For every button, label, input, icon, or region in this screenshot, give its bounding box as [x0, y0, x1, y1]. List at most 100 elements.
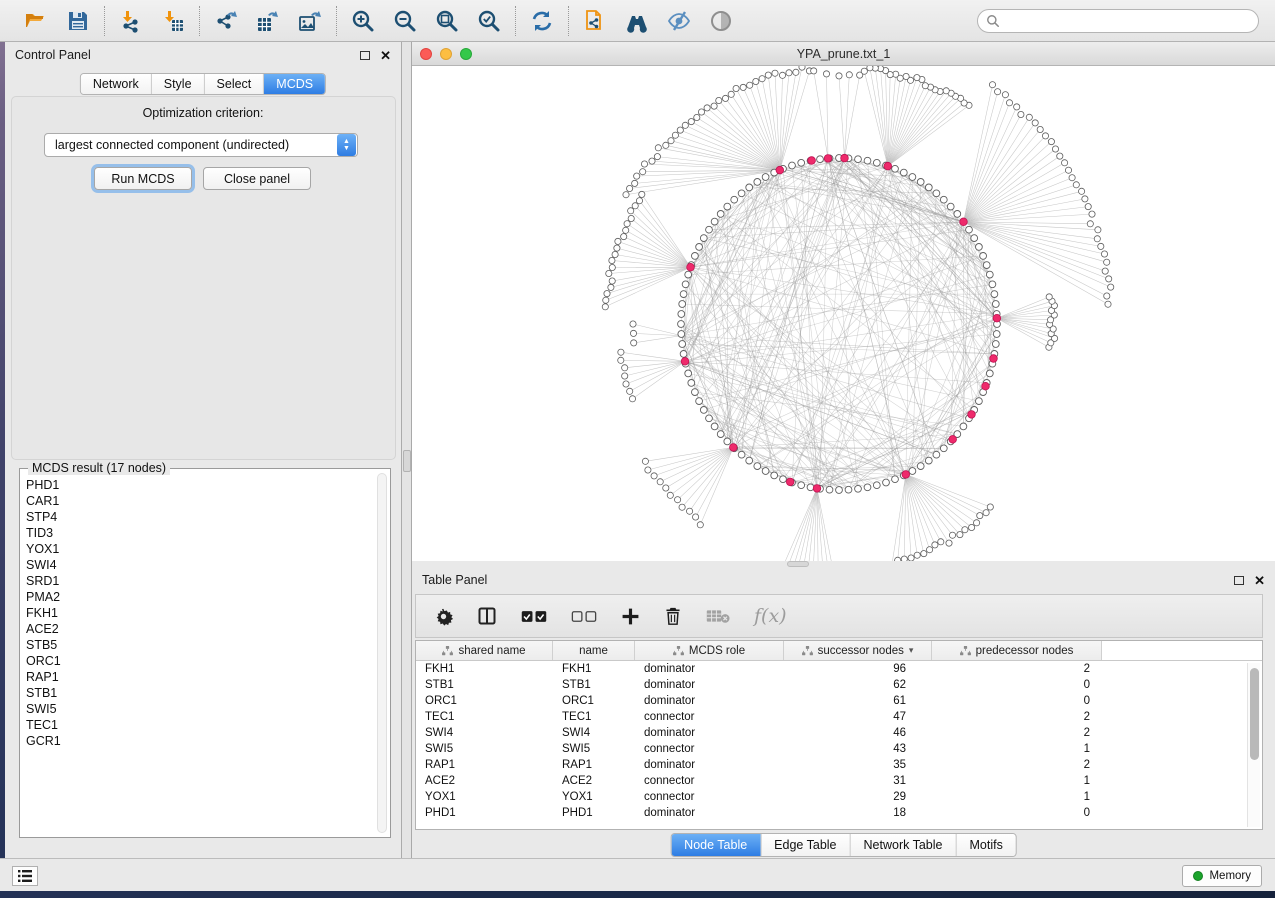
export-network-icon[interactable]	[214, 9, 238, 33]
cell[interactable]: 96	[784, 661, 932, 677]
cell[interactable]: 2	[932, 661, 1102, 677]
mcds-result-item[interactable]: FKH1	[26, 605, 374, 621]
tab-network[interactable]: Network	[81, 74, 151, 94]
tab-edge-table[interactable]: Edge Table	[760, 834, 849, 856]
network-view-canvas[interactable]	[412, 66, 1275, 561]
close-table-panel-icon[interactable]: ✕	[1254, 574, 1265, 587]
cell[interactable]: TEC1	[553, 709, 635, 725]
cell[interactable]: FKH1	[416, 661, 553, 677]
mcds-result-item[interactable]: SWI4	[26, 557, 374, 573]
cell[interactable]: 0	[932, 677, 1102, 693]
window-minimize-button[interactable]	[440, 48, 452, 60]
export-image-icon[interactable]	[298, 9, 322, 33]
cell[interactable]: 1	[932, 741, 1102, 757]
task-history-button[interactable]	[12, 866, 38, 886]
cell[interactable]: PHD1	[416, 805, 553, 821]
table-scrollbar[interactable]	[1247, 663, 1260, 827]
table-row[interactable]: STB1STB1dominator620	[416, 677, 1262, 693]
tab-motifs[interactable]: Motifs	[955, 834, 1015, 856]
cell[interactable]: connector	[635, 789, 784, 805]
cell[interactable]: STB1	[553, 677, 635, 693]
cell[interactable]: SWI5	[553, 741, 635, 757]
cell[interactable]: dominator	[635, 693, 784, 709]
tab-network-table[interactable]: Network Table	[850, 834, 956, 856]
cell[interactable]: SWI4	[416, 725, 553, 741]
zoom-out-icon[interactable]	[393, 9, 417, 33]
cell[interactable]: 29	[784, 789, 932, 805]
save-session-icon[interactable]	[66, 9, 90, 33]
mcds-result-item[interactable]: RAP1	[26, 669, 374, 685]
float-panel-icon[interactable]	[360, 51, 370, 60]
zoom-selected-icon[interactable]	[477, 9, 501, 33]
table-row[interactable]: ACE2ACE2connector311	[416, 773, 1262, 789]
cell[interactable]: 2	[932, 725, 1102, 741]
tab-select[interactable]: Select	[204, 74, 264, 94]
mcds-result-item[interactable]: SWI5	[26, 701, 374, 717]
run-mcds-button[interactable]: Run MCDS	[94, 167, 192, 190]
table-scrollbar-thumb[interactable]	[1250, 668, 1259, 760]
cell[interactable]: 62	[784, 677, 932, 693]
show-columns-icon[interactable]	[477, 606, 497, 626]
table-row[interactable]: FKH1FKH1dominator962	[416, 661, 1262, 677]
open-session-icon[interactable]	[24, 9, 48, 33]
cell[interactable]: dominator	[635, 677, 784, 693]
mcds-result-item[interactable]: YOX1	[26, 541, 374, 557]
refresh-icon[interactable]	[530, 9, 554, 33]
cell[interactable]: RAP1	[553, 757, 635, 773]
mcds-result-item[interactable]: CAR1	[26, 493, 374, 509]
column-header-MCDS-role[interactable]: MCDS role	[635, 641, 784, 660]
select-all-columns-icon[interactable]	[521, 609, 547, 624]
table-settings-icon[interactable]	[434, 607, 453, 626]
table-row[interactable]: PHD1PHD1dominator180	[416, 805, 1262, 821]
close-panel-icon[interactable]: ✕	[380, 49, 391, 62]
close-panel-button[interactable]: Close panel	[203, 167, 311, 190]
mcds-result-item[interactable]: TEC1	[26, 717, 374, 733]
cell[interactable]: 31	[784, 773, 932, 789]
delete-column-icon[interactable]	[664, 606, 682, 626]
cell[interactable]: SWI4	[553, 725, 635, 741]
search-input[interactable]	[977, 9, 1259, 33]
column-header-name[interactable]: name	[553, 641, 635, 660]
mcds-result-scrollbar[interactable]	[377, 473, 387, 833]
criterion-select[interactable]: largest connected component (undirected)…	[44, 133, 358, 157]
cell[interactable]: 35	[784, 757, 932, 773]
cell[interactable]: RAP1	[416, 757, 553, 773]
mcds-result-item[interactable]: ORC1	[26, 653, 374, 669]
export-table-icon[interactable]	[256, 9, 280, 33]
cell[interactable]: connector	[635, 709, 784, 725]
cell[interactable]: 18	[784, 805, 932, 821]
table-row[interactable]: SWI4SWI4dominator462	[416, 725, 1262, 741]
cell[interactable]: 0	[932, 805, 1102, 821]
eye-slash-icon[interactable]	[667, 9, 691, 33]
mcds-result-item[interactable]: STB1	[26, 685, 374, 701]
float-table-panel-icon[interactable]	[1234, 576, 1244, 585]
cell[interactable]: FKH1	[553, 661, 635, 677]
mcds-result-item[interactable]: GCR1	[26, 733, 374, 749]
column-header-predecessor-nodes[interactable]: predecessor nodes	[932, 641, 1102, 660]
column-header-successor-nodes[interactable]: successor nodes▾	[784, 641, 932, 660]
tab-node-table[interactable]: Node Table	[671, 834, 760, 856]
cell[interactable]: ACE2	[553, 773, 635, 789]
table-row[interactable]: SWI5SWI5connector431	[416, 741, 1262, 757]
cell[interactable]: SWI5	[416, 741, 553, 757]
cell[interactable]: ORC1	[553, 693, 635, 709]
cell[interactable]: 47	[784, 709, 932, 725]
network-graph[interactable]	[412, 66, 1275, 561]
import-table-icon[interactable]	[161, 9, 185, 33]
cell[interactable]: 2	[932, 709, 1102, 725]
mcds-result-item[interactable]: PMA2	[26, 589, 374, 605]
zoom-fit-icon[interactable]	[435, 9, 459, 33]
cell[interactable]: ACE2	[416, 773, 553, 789]
cell[interactable]: 61	[784, 693, 932, 709]
cell[interactable]: 1	[932, 789, 1102, 805]
eye-icon[interactable]	[709, 9, 733, 33]
cell[interactable]: dominator	[635, 757, 784, 773]
mcds-result-list[interactable]: PHD1CAR1STP4TID3YOX1SWI4SRD1PMA2FKH1ACE2…	[26, 477, 374, 833]
column-header-shared-name[interactable]: shared name	[416, 641, 553, 660]
cell[interactable]: 2	[932, 757, 1102, 773]
mcds-result-item[interactable]: ACE2	[26, 621, 374, 637]
cell[interactable]: ORC1	[416, 693, 553, 709]
window-close-button[interactable]	[420, 48, 432, 60]
vertical-splitter[interactable]	[402, 42, 412, 858]
table-row[interactable]: TEC1TEC1connector472	[416, 709, 1262, 725]
